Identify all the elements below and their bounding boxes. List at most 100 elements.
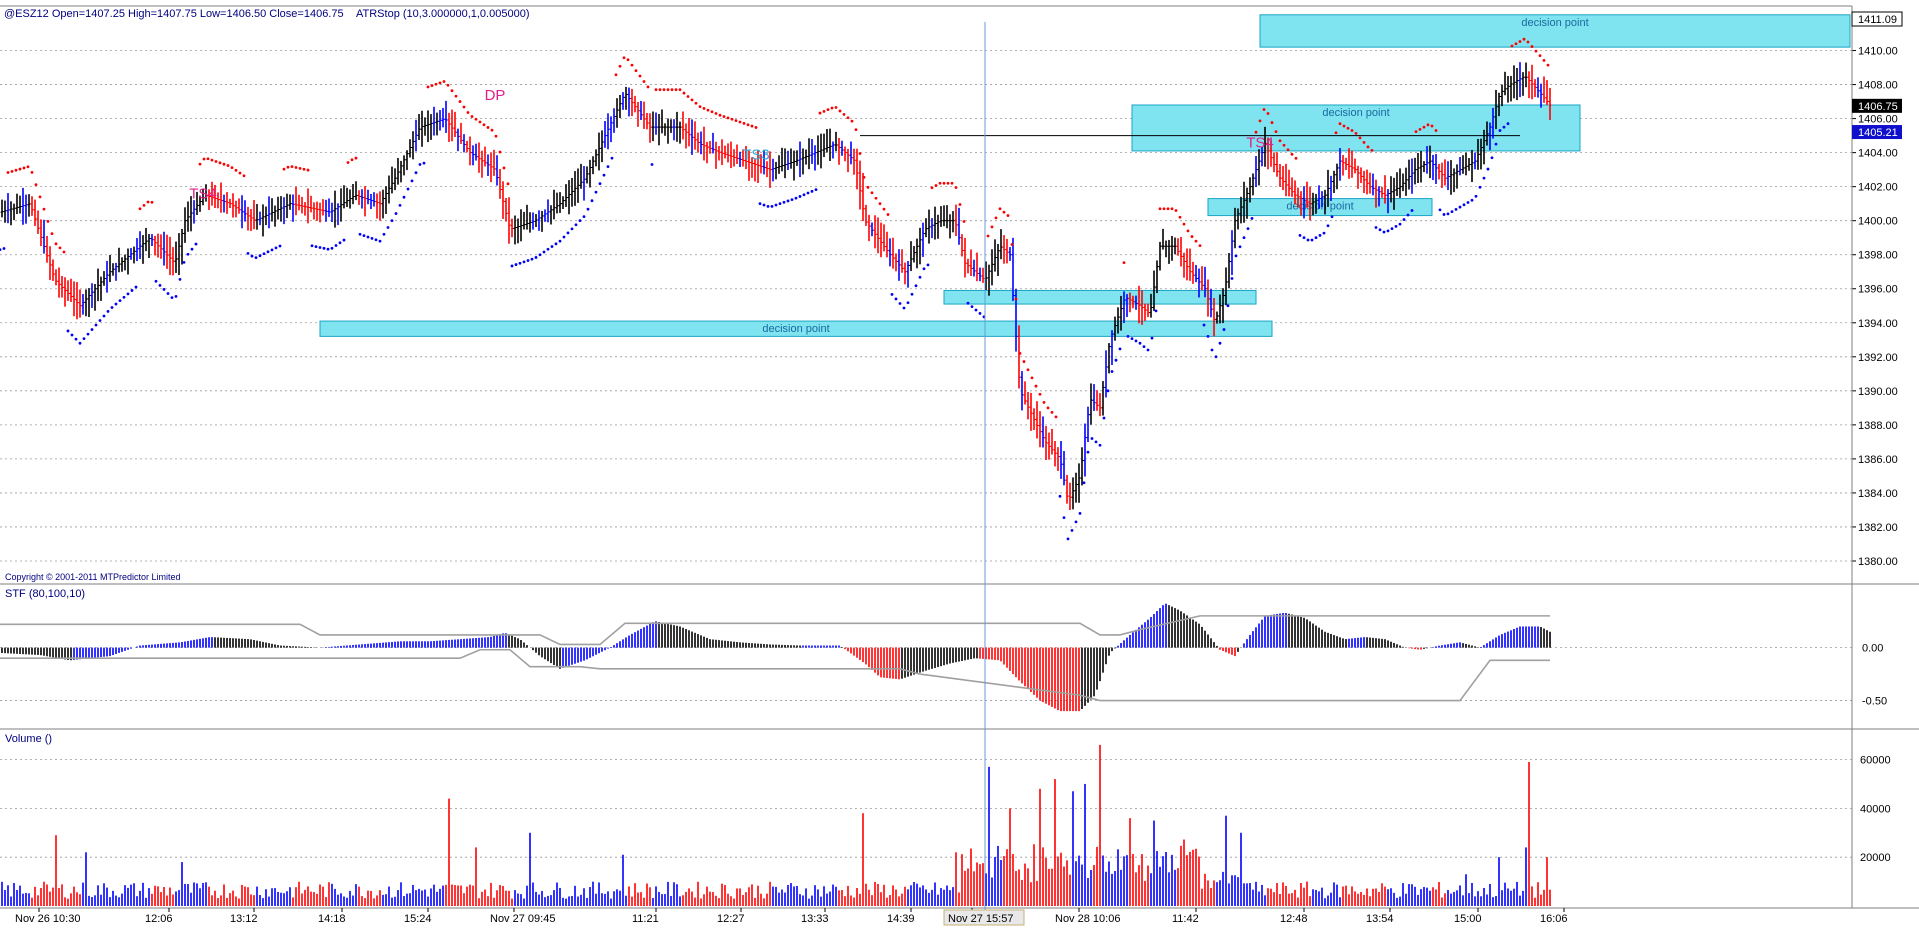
price-tick-label: 1384.00 <box>1858 488 1898 500</box>
stop-dot <box>598 182 602 186</box>
stop-dot <box>1230 277 1234 280</box>
stop-dot <box>1114 358 1118 362</box>
stop-dot <box>294 166 298 169</box>
stop-dot <box>250 254 254 258</box>
stop-dot <box>546 247 550 251</box>
stop-dot <box>482 123 486 127</box>
chart-canvas[interactable]: decision point decision point decision poi… <box>0 0 1919 929</box>
stop-dot <box>474 117 478 121</box>
stop-dot <box>1518 40 1522 43</box>
stop-dot <box>858 152 862 155</box>
stop-dot <box>798 195 802 198</box>
stop-dot <box>106 310 110 313</box>
stop-dot <box>550 245 554 248</box>
stop-dot <box>1150 336 1154 340</box>
stop-dot <box>534 256 538 259</box>
close-price-badge: 1406.75 <box>1858 101 1898 113</box>
stop-dot <box>342 238 346 242</box>
stop-dot <box>486 126 490 129</box>
stop-dot <box>186 252 190 256</box>
stop-dot <box>850 119 854 123</box>
trading-chart[interactable]: decision point decision point decision poi… <box>0 0 1919 929</box>
stop-dot <box>1038 392 1042 396</box>
stop-dot <box>714 112 718 115</box>
stop-dot <box>870 191 874 195</box>
stop-dot <box>94 323 98 327</box>
stop-dot <box>410 179 414 183</box>
stop-dot <box>810 189 814 193</box>
stop-dot <box>690 98 694 102</box>
stop-dot <box>650 163 654 166</box>
stop-dot <box>1490 156 1494 160</box>
stop-dot <box>678 88 682 92</box>
stop-dot <box>666 88 670 92</box>
price-annotation: DP <box>485 87 506 104</box>
volume-tick-label: 40000 <box>1860 803 1891 815</box>
stop-dot <box>442 80 446 83</box>
stop-dot <box>1374 226 1378 229</box>
stop-dot <box>1458 205 1462 209</box>
stop-dot <box>398 203 402 207</box>
stop-dot <box>74 337 78 341</box>
stop-dot <box>66 329 70 333</box>
stop-dot <box>1510 44 1514 48</box>
stop-dot <box>1226 304 1230 308</box>
stop-dot <box>110 306 114 309</box>
stop-dot <box>1462 203 1466 207</box>
stop-dot <box>950 181 954 185</box>
stop-dot <box>246 251 250 255</box>
stop-dot <box>266 250 270 254</box>
stop-dot <box>1218 341 1222 345</box>
stop-dot <box>954 186 958 189</box>
stop-dot <box>618 64 622 68</box>
price-annotation: TS4 <box>1246 135 1274 152</box>
stop-dot <box>1046 406 1050 410</box>
stop-dot <box>1010 243 1014 246</box>
stop-dot <box>970 305 974 309</box>
stop-dot <box>818 111 822 115</box>
stop-dot <box>54 242 58 246</box>
stop-dot <box>330 246 334 250</box>
stop-dot <box>1278 139 1282 143</box>
stop-dot <box>1086 450 1090 454</box>
stop-dot <box>290 165 294 169</box>
stop-dot <box>1326 224 1330 228</box>
stop-dot <box>1378 228 1382 232</box>
time-tick-label: 13:33 <box>801 913 829 925</box>
stop-dot <box>814 188 818 192</box>
stop-dot <box>802 193 806 197</box>
stop-dot <box>478 120 482 124</box>
price-tick-label: 1408.00 <box>1858 80 1898 92</box>
stop-dot <box>746 123 750 127</box>
stop-dot <box>730 117 734 121</box>
stop-dot <box>438 81 442 85</box>
stop-dot <box>1542 59 1546 62</box>
price-tick-label: 1396.00 <box>1858 284 1898 296</box>
stop-dot <box>1158 207 1162 211</box>
stop-dot <box>882 207 886 211</box>
stop-dot <box>322 246 326 250</box>
stop-dot <box>1482 176 1486 180</box>
stop-dot <box>122 295 126 299</box>
stop-dot <box>726 116 730 120</box>
stop-dot <box>1306 238 1310 242</box>
stop-dot <box>1014 297 1018 301</box>
stop-dot <box>1298 234 1302 237</box>
stop-dot <box>1186 229 1190 233</box>
stop-dot <box>62 250 66 254</box>
price-tick-label: 1382.00 <box>1858 522 1898 534</box>
stop-dot <box>782 200 786 204</box>
stop-dot <box>430 84 434 87</box>
stop-dot <box>234 168 238 172</box>
stop-dot <box>758 202 762 206</box>
decision-zone-label: decision point <box>1322 107 1389 119</box>
stop-dot <box>902 306 906 310</box>
stop-dot <box>886 213 890 216</box>
stop-dot <box>450 89 454 93</box>
stop-dot <box>674 88 678 92</box>
stop-dot <box>222 162 226 166</box>
stop-dot <box>30 170 34 174</box>
stop-dot <box>1190 235 1194 238</box>
stop-dot <box>994 216 998 220</box>
price-tick-label: 1390.00 <box>1858 386 1898 398</box>
